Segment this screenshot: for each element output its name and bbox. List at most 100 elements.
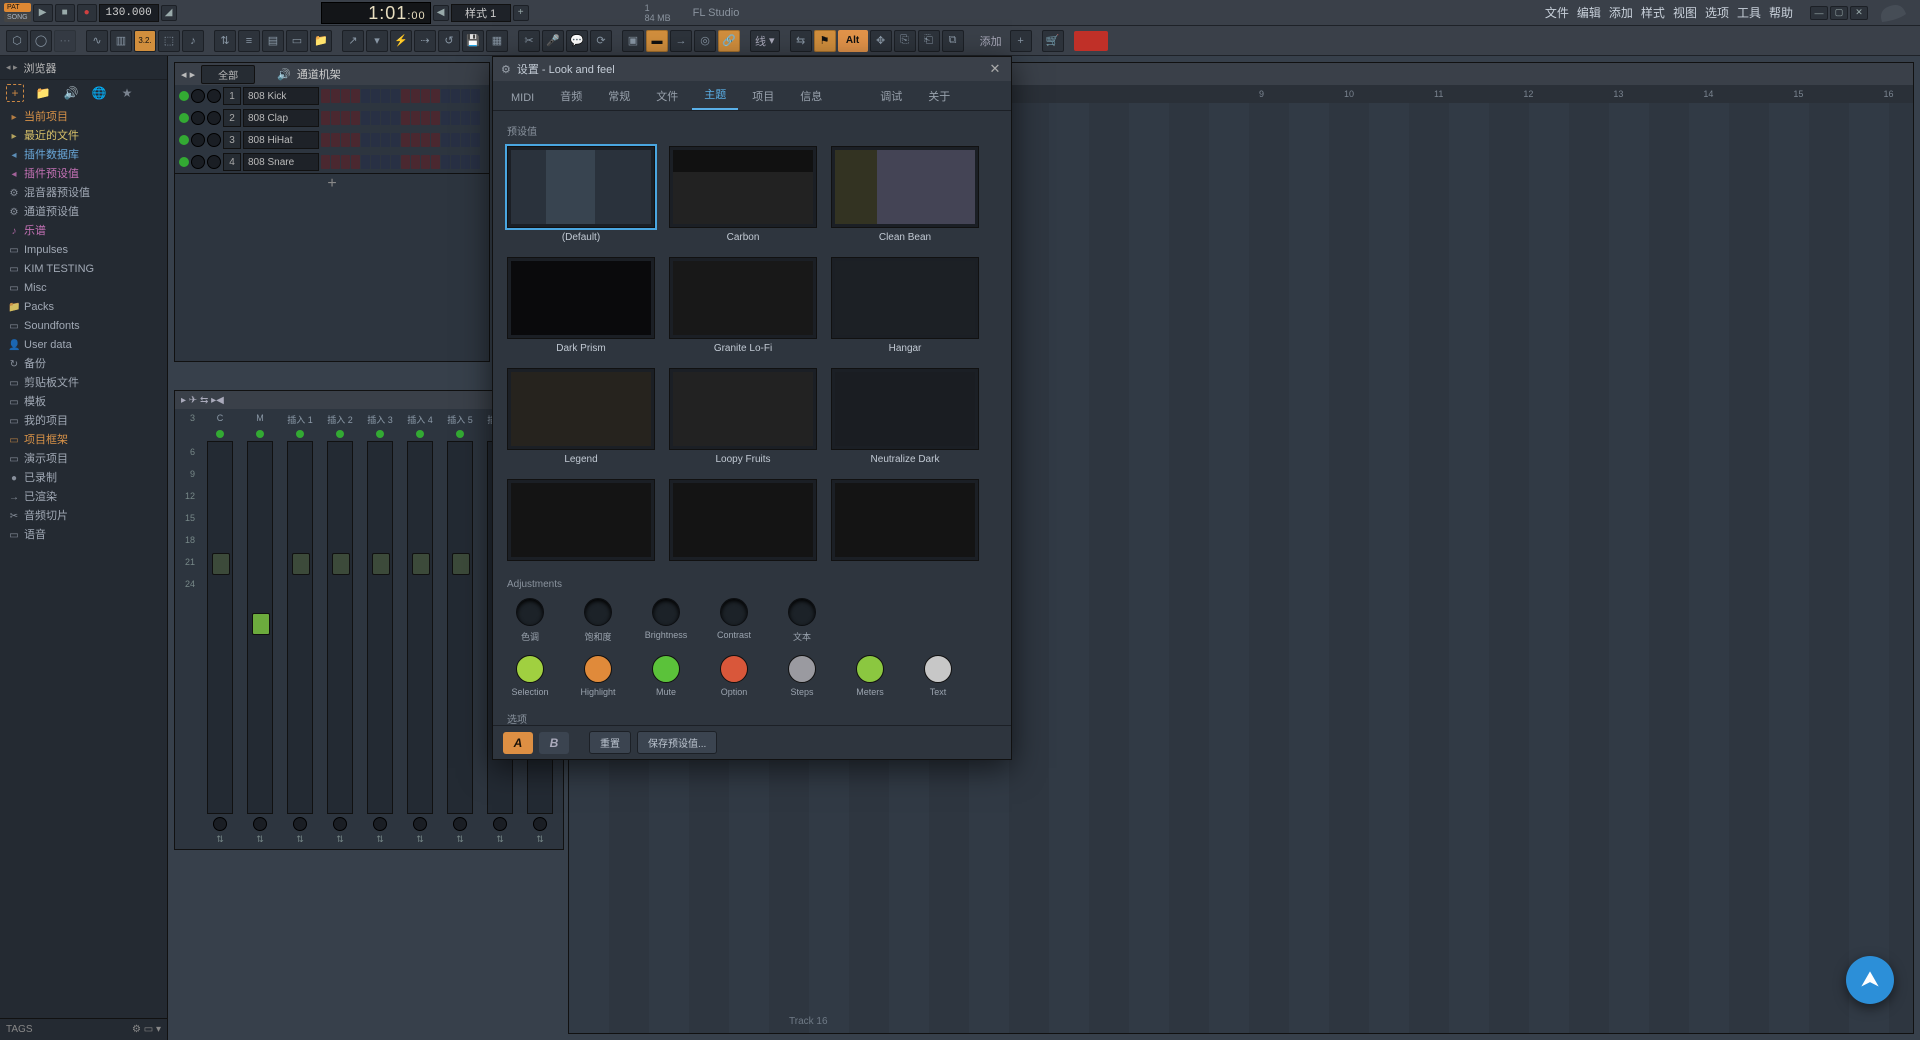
add-plus-icon[interactable]: + xyxy=(1010,30,1032,52)
adjust-knob[interactable]: Contrast xyxy=(711,598,757,643)
theme-preset[interactable]: Hangar xyxy=(831,257,979,354)
channel-led-icon[interactable] xyxy=(179,91,189,101)
step-sequencer[interactable] xyxy=(321,89,480,103)
tool-loop-icon[interactable]: ◯ xyxy=(30,30,52,52)
tool-highlight-icon[interactable]: ▬ xyxy=(646,30,668,52)
channel-led-icon[interactable] xyxy=(179,157,189,167)
tool-browser-icon[interactable]: 📁 xyxy=(310,30,332,52)
adjust-knob[interactable]: 饱和度 xyxy=(575,598,621,643)
step-sequencer[interactable] xyxy=(321,111,480,125)
mixer-fader[interactable] xyxy=(207,441,233,814)
color-swatch[interactable]: Selection xyxy=(507,655,553,697)
mixer-led-icon[interactable] xyxy=(256,430,264,438)
settings-tab[interactable]: 调试 xyxy=(868,82,914,110)
tool-move-icon[interactable]: ✥ xyxy=(870,30,892,52)
tool-target-icon[interactable]: ◎ xyxy=(694,30,716,52)
browser-item[interactable]: ▭Misc xyxy=(0,279,167,298)
theme-preset[interactable]: Granite Lo-Fi xyxy=(669,257,817,354)
adjust-knob[interactable]: 色调 xyxy=(507,598,553,643)
pat-song-toggle[interactable]: PAT SONG xyxy=(4,3,31,22)
channel-led-icon[interactable] xyxy=(179,113,189,123)
adjust-knob[interactable]: Brightness xyxy=(643,598,689,643)
tool-wave-icon[interactable]: ∿ xyxy=(86,30,108,52)
browser-sound-icon[interactable]: 🔊 xyxy=(62,84,80,102)
tool-undo-icon[interactable]: ↺ xyxy=(438,30,460,52)
mixer-strip[interactable]: 插入 1 ⇅ xyxy=(281,413,319,845)
channel-vol-knob[interactable] xyxy=(207,133,221,147)
adjust-knob[interactable]: 文本 xyxy=(779,598,825,643)
tool-linkchain-icon[interactable]: 🔗 xyxy=(718,30,740,52)
mixer-led-icon[interactable] xyxy=(376,430,384,438)
tool-paste-icon[interactable]: ⎗ xyxy=(918,30,940,52)
browser-item[interactable]: ♪乐谱 xyxy=(0,222,167,241)
browser-item[interactable]: ↻备份 xyxy=(0,355,167,374)
channel-name[interactable]: 808 Snare xyxy=(243,153,319,171)
settings-tab[interactable]: 音频 xyxy=(548,82,594,110)
mixer-fader[interactable] xyxy=(367,441,393,814)
browser-item[interactable]: ▭我的项目 xyxy=(0,412,167,431)
browser-item[interactable]: ●已录制 xyxy=(0,469,167,488)
channel-vol-knob[interactable] xyxy=(207,89,221,103)
browser-item[interactable]: 👤User data xyxy=(0,336,167,355)
ab-b-button[interactable]: B xyxy=(539,732,569,754)
mixer-fader[interactable] xyxy=(447,441,473,814)
mixer-strip[interactable]: C ⇅ xyxy=(201,413,239,845)
browser-item[interactable]: ▭KIM TESTING xyxy=(0,260,167,279)
channel-number[interactable]: 4 xyxy=(223,153,241,171)
chanrack-add-button[interactable]: + xyxy=(175,173,489,193)
channel-number[interactable]: 1 xyxy=(223,87,241,105)
browser-globe-icon[interactable]: 🌐 xyxy=(90,84,108,102)
settings-tab[interactable]: 关于 xyxy=(916,82,962,110)
browser-add-button[interactable]: + xyxy=(6,84,24,102)
mixer-strip[interactable]: 插入 3 ⇅ xyxy=(361,413,399,845)
color-swatch[interactable]: Mute xyxy=(643,655,689,697)
tool-export-icon[interactable]: ↗ xyxy=(342,30,364,52)
theme-preset[interactable]: Clean Bean xyxy=(831,146,979,243)
metronome-icon[interactable]: ◢ xyxy=(161,5,177,21)
mixer-pan-knob[interactable] xyxy=(373,817,387,831)
mixer-pan-knob[interactable] xyxy=(413,817,427,831)
browser-item[interactable]: ▭模板 xyxy=(0,393,167,412)
browser-item[interactable]: ✂音频切片 xyxy=(0,507,167,526)
record-button[interactable]: ● xyxy=(77,4,97,22)
chanrack-filter[interactable]: 全部 xyxy=(201,65,255,84)
menu-view[interactable]: 视图 xyxy=(1670,2,1700,23)
reset-button[interactable]: 重置 xyxy=(589,731,631,754)
channel-name[interactable]: 808 Kick xyxy=(243,87,319,105)
browser-item[interactable]: ▸当前项目 xyxy=(0,108,167,127)
color-swatch[interactable]: Highlight xyxy=(575,655,621,697)
channel-number[interactable]: 3 xyxy=(223,131,241,149)
theme-preset[interactable]: Neutralize Dark xyxy=(831,368,979,465)
settings-tab[interactable]: 项目 xyxy=(740,82,786,110)
browser-item[interactable]: ▭Impulses xyxy=(0,241,167,260)
browser-item[interactable]: ▭剪贴板文件 xyxy=(0,374,167,393)
tool-mixer-icon[interactable]: ⇅ xyxy=(214,30,236,52)
menu-options[interactable]: 选项 xyxy=(1702,2,1732,23)
menu-pattern[interactable]: 样式 xyxy=(1638,2,1668,23)
menu-tools[interactable]: 工具 xyxy=(1734,2,1764,23)
browser-item[interactable]: →已渲染 xyxy=(0,488,167,507)
mixer-led-icon[interactable] xyxy=(216,430,224,438)
mixer-pan-knob[interactable] xyxy=(493,817,507,831)
browser-item[interactable]: ⚙通道预设值 xyxy=(0,203,167,222)
alt-button[interactable]: Alt xyxy=(838,30,868,52)
mixer-led-icon[interactable] xyxy=(336,430,344,438)
step-sequencer[interactable] xyxy=(321,133,480,147)
tool-sync-icon[interactable]: ⟳ xyxy=(590,30,612,52)
theme-preset[interactable]: Carbon xyxy=(669,146,817,243)
mixer-pan-knob[interactable] xyxy=(453,817,467,831)
channel-row[interactable]: 1 808 Kick xyxy=(175,85,489,107)
channel-row[interactable]: 2 808 Clap xyxy=(175,107,489,129)
tool-step-icon[interactable]: ⬚ xyxy=(158,30,180,52)
settings-tab[interactable]: MIDI xyxy=(499,86,546,110)
tool-generic-1[interactable]: ▾ xyxy=(366,30,388,52)
tool-bars-icon[interactable]: ▥ xyxy=(110,30,132,52)
mixer-led-icon[interactable] xyxy=(456,430,464,438)
color-swatch[interactable]: Option xyxy=(711,655,757,697)
channel-number[interactable]: 2 xyxy=(223,109,241,127)
browser-item[interactable]: ◂插件数据库 xyxy=(0,146,167,165)
channel-led-icon[interactable] xyxy=(179,135,189,145)
settings-close-button[interactable]: ✕ xyxy=(987,61,1003,77)
tool-mic-icon[interactable]: 🎤 xyxy=(542,30,564,52)
snap-select[interactable]: 线 ▾ xyxy=(750,30,780,52)
